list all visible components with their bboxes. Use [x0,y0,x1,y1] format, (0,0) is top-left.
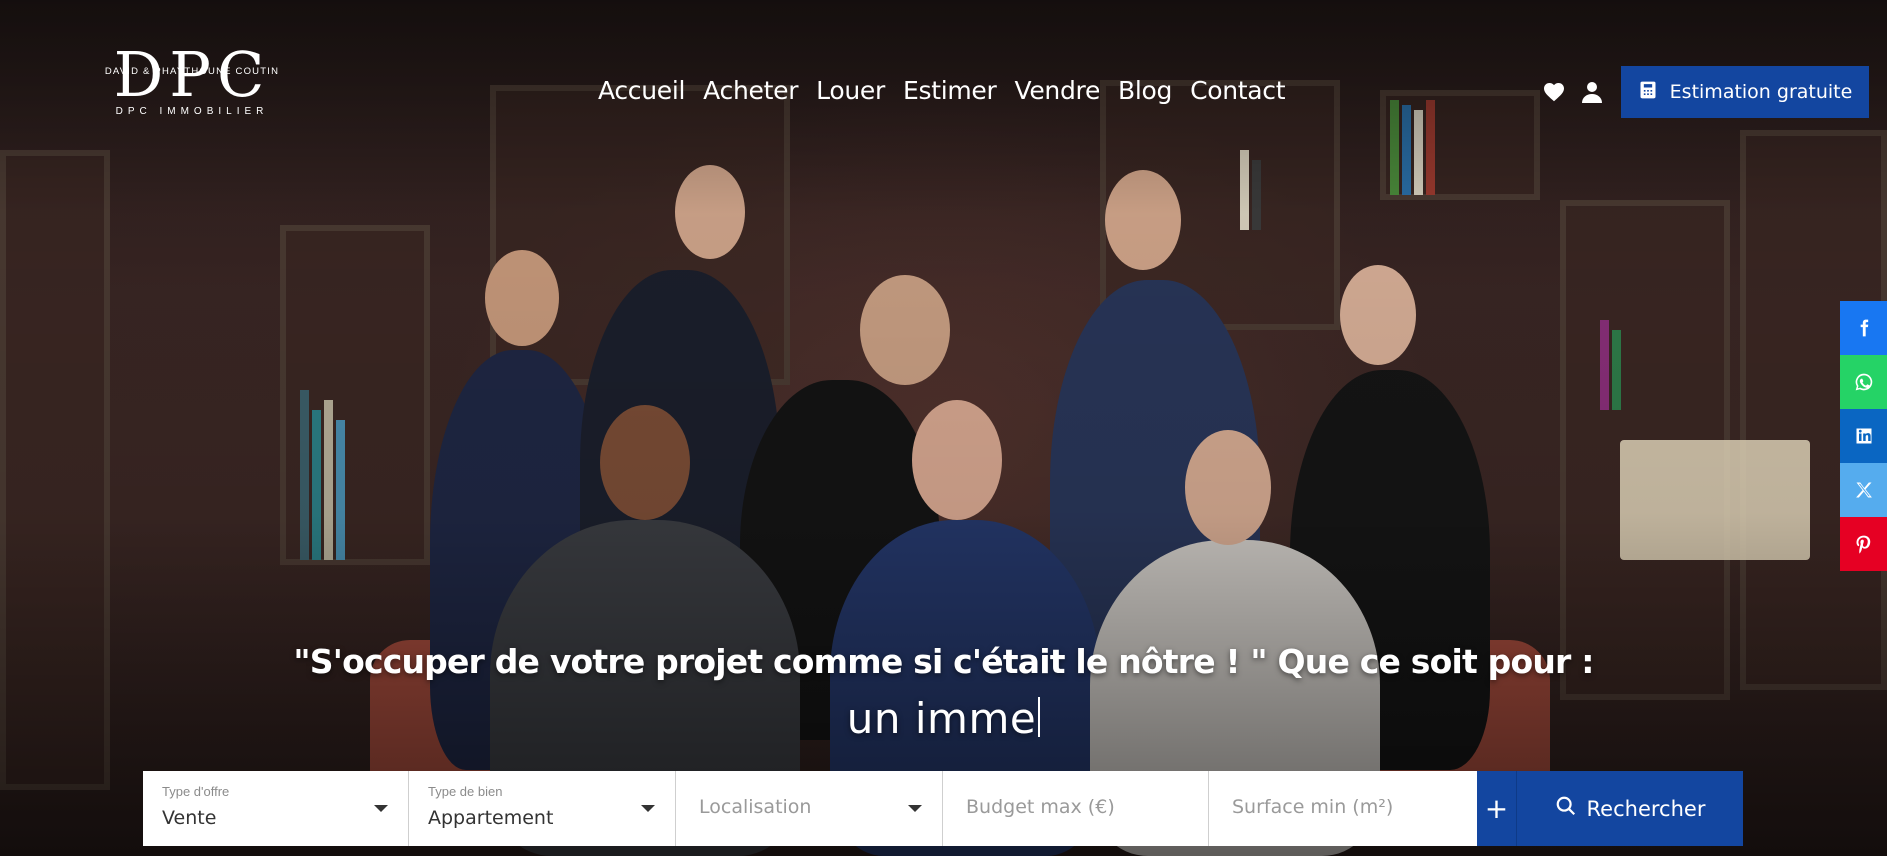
facebook-icon [1860,319,1868,337]
nav-louer[interactable]: Louer [816,74,885,108]
x-share-button[interactable] [1840,463,1887,517]
offer-type-select[interactable]: Type d'offre Vente [143,771,409,846]
offer-type-label: Type d'offre [162,784,230,799]
nav-vendre[interactable]: Vendre [1014,74,1100,108]
property-type-label: Type de bien [428,784,503,799]
chevron-down-icon [641,805,655,812]
linkedin-share-button[interactable] [1840,409,1887,463]
x-icon [1855,482,1872,498]
property-type-value: Appartement [428,807,554,829]
property-type-select[interactable]: Type de bien Appartement [409,771,676,846]
nav-acheter[interactable]: Acheter [703,74,798,108]
linkedin-icon [1856,428,1871,444]
pinterest-share-button[interactable] [1840,517,1887,571]
hero-tagline: "S'occuper de votre projet comme si c'ét… [293,642,1594,681]
location-select[interactable]: Localisation [676,771,943,846]
more-criteria-button[interactable]: + [1477,771,1517,846]
budget-max-input[interactable]: Budget max (€) [943,771,1209,846]
nav-contact[interactable]: Contact [1190,74,1285,108]
rechercher-label: Rechercher [1586,796,1706,821]
chevron-down-icon [374,805,388,812]
logo-bottom-text: DPC IMMOBILIER [115,106,269,117]
property-search-form: Type d'offre Vente Type de bien Appartem… [143,771,1743,846]
pinterest-icon [1856,535,1870,554]
user-icon[interactable] [1580,80,1604,104]
site-logo[interactable]: DPC DAVID & PHAYTHOUNE COUTIN DPC IMMOBI… [72,44,312,120]
calculator-icon [1638,80,1658,105]
nav-accueil[interactable]: Accueil [598,74,685,108]
whatsapp-share-button[interactable] [1840,355,1887,409]
nav-blog[interactable]: Blog [1118,74,1172,108]
logo-top-text: DAVID & PHAYTHOUNE COUTIN [104,66,280,77]
social-share-bar [1840,301,1887,571]
estimation-gratuite-label: Estimation gratuite [1669,81,1853,103]
whatsapp-icon [1855,373,1872,391]
surface-min-input[interactable]: Surface min (m²) [1209,771,1477,846]
heart-icon[interactable] [1542,80,1566,104]
nav-estimer[interactable]: Estimer [903,74,997,108]
typing-caret [1038,697,1041,737]
surface-placeholder: Surface min (m²) [1232,796,1394,818]
typed-text-value: un imme [846,694,1037,743]
location-placeholder: Localisation [699,796,812,818]
rechercher-button[interactable]: Rechercher [1517,771,1743,846]
hero-typed-text: un imme [0,694,1887,743]
search-icon [1555,795,1577,822]
chevron-down-icon [908,805,922,812]
facebook-share-button[interactable] [1840,301,1887,355]
offer-type-value: Vente [162,807,217,829]
budget-placeholder: Budget max (€) [966,796,1115,818]
main-nav: Accueil Acheter Louer Estimer Vendre Blo… [598,74,1286,108]
estimation-gratuite-button[interactable]: Estimation gratuite [1621,66,1869,118]
